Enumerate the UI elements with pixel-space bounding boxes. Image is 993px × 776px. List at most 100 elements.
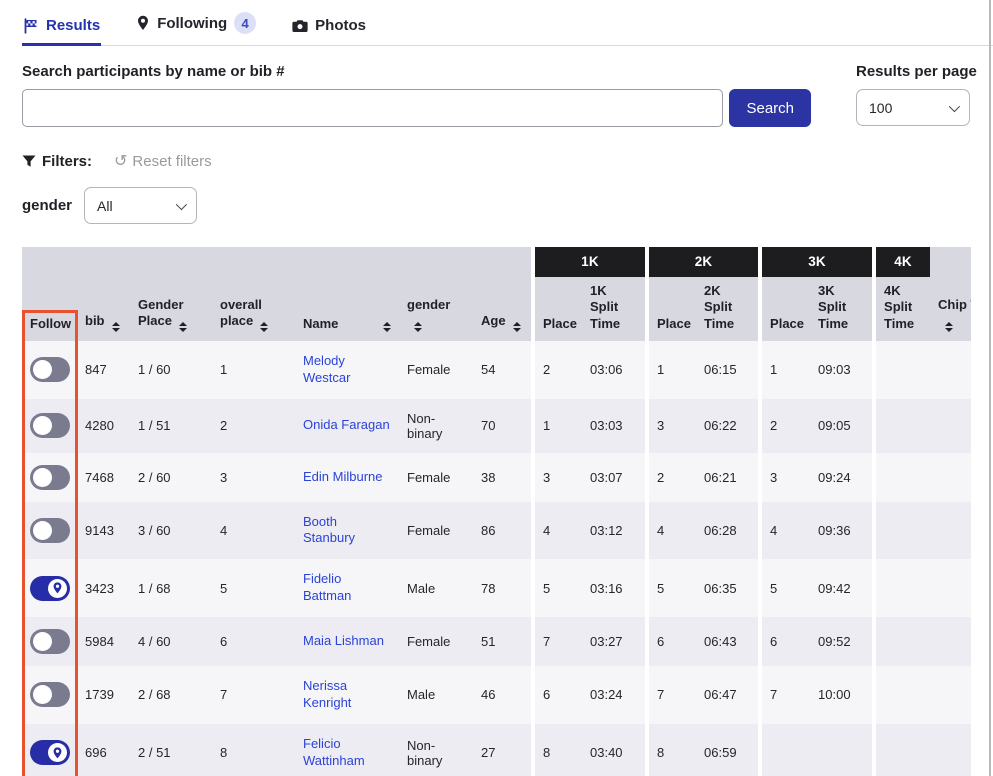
table-row: 3423 1 / 68 5 Fidelio Battman Male 78 5 … <box>22 559 971 617</box>
1k-place-cell: 4 <box>535 502 582 560</box>
chip-time-cell <box>930 502 971 560</box>
tab-photos[interactable]: Photos <box>291 15 367 46</box>
3k-place-cell: 5 <box>762 559 810 617</box>
2k-split-cell: 06:28 <box>696 502 758 560</box>
tab-results[interactable]: Results <box>22 15 101 46</box>
2k-place-cell: 2 <box>649 453 696 502</box>
overall-place-cell: 4 <box>212 502 295 560</box>
gender-place-cell: 1 / 60 <box>130 341 212 399</box>
2k-split-cell: 06:15 <box>696 341 758 399</box>
search-input[interactable] <box>22 89 723 127</box>
1k-split-cell: 03:12 <box>582 502 645 560</box>
age-cell: 78 <box>473 559 531 617</box>
sort-icon <box>414 322 422 332</box>
toggle-knob <box>33 416 52 435</box>
search-button[interactable]: Search <box>729 89 811 127</box>
4k-split-cell <box>876 341 930 399</box>
follow-cell <box>22 399 77 453</box>
follow-toggle[interactable] <box>30 576 70 601</box>
column-header-gender[interactable]: gender <box>399 277 473 341</box>
tab-following[interactable]: Following 4 <box>135 10 257 46</box>
participant-link[interactable]: Nerissa Kenright <box>303 678 351 710</box>
follow-toggle[interactable] <box>30 629 70 654</box>
gender-select[interactable]: All <box>84 187 197 224</box>
gender-place-cell: 1 / 68 <box>130 559 212 617</box>
3k-place-cell: 6 <box>762 617 810 666</box>
sort-icon <box>513 322 521 332</box>
4k-split-cell <box>876 399 930 453</box>
column-header-chip-time[interactable]: Chip Time <box>930 277 971 341</box>
chevron-down-icon <box>176 198 187 209</box>
column-header-gender-place[interactable]: Gender Place <box>130 277 212 341</box>
name-cell: Nerissa Kenright <box>295 666 399 724</box>
tab-bar: Results Following 4 Photos <box>22 10 993 46</box>
1k-split-cell: 03:16 <box>582 559 645 617</box>
column-header-name[interactable]: Name <box>295 277 399 341</box>
bib-cell: 7468 <box>77 453 130 502</box>
3k-split-cell: 09:52 <box>810 617 872 666</box>
2k-place-cell: 1 <box>649 341 696 399</box>
gender-place-cell: 2 / 51 <box>130 724 212 776</box>
2k-place-cell: 6 <box>649 617 696 666</box>
3k-place-cell <box>762 724 810 776</box>
participant-link[interactable]: Fidelio Battman <box>303 571 351 603</box>
follow-toggle[interactable] <box>30 357 70 382</box>
overall-place-cell: 2 <box>212 399 295 453</box>
results-table: 1K 2K 3K 4K Follow bib Gender Place over… <box>22 247 971 776</box>
age-cell: 70 <box>473 399 531 453</box>
participant-link[interactable]: Melody Westcar <box>303 353 350 385</box>
results-table-wrap: 1K 2K 3K 4K Follow bib Gender Place over… <box>22 247 971 776</box>
bib-cell: 3423 <box>77 559 130 617</box>
4k-split-cell <box>876 666 930 724</box>
gender-filter: gender All <box>22 187 993 224</box>
group-header-1k: 1K <box>535 247 645 277</box>
participant-link[interactable]: Onida Faragan <box>303 417 390 432</box>
reset-filters-button[interactable]: ↺ Reset filters <box>114 153 212 170</box>
column-header-overall-place[interactable]: overall place <box>212 277 295 341</box>
1k-place-cell: 6 <box>535 666 582 724</box>
4k-split-cell <box>876 617 930 666</box>
column-header-4k-split: 4K Split Time <box>876 277 930 341</box>
1k-split-cell: 03:24 <box>582 666 645 724</box>
follow-toggle[interactable] <box>30 518 70 543</box>
chip-time-cell <box>930 399 971 453</box>
group-header-2k: 2K <box>649 247 758 277</box>
name-cell: Onida Faragan <box>295 399 399 453</box>
name-cell: Melody Westcar <box>295 341 399 399</box>
bib-cell: 696 <box>77 724 130 776</box>
overall-place-cell: 1 <box>212 341 295 399</box>
column-header-bib[interactable]: bib <box>77 277 130 341</box>
participant-link[interactable]: Maia Lishman <box>303 633 384 648</box>
3k-split-cell: 09:03 <box>810 341 872 399</box>
gender-place-cell: 4 / 60 <box>130 617 212 666</box>
reset-filters-label: Reset filters <box>132 153 211 170</box>
2k-place-cell: 8 <box>649 724 696 776</box>
toggle-knob <box>33 632 52 651</box>
4k-split-cell <box>876 724 930 776</box>
1k-place-cell: 3 <box>535 453 582 502</box>
3k-split-cell: 09:36 <box>810 502 872 560</box>
right-edge-divider <box>989 0 991 776</box>
follow-toggle[interactable] <box>30 465 70 490</box>
overall-place-cell: 8 <box>212 724 295 776</box>
gender-select-value: All <box>97 198 113 214</box>
participant-link[interactable]: Felicio Wattinham <box>303 736 365 768</box>
column-header-2k-place: Place <box>649 277 696 341</box>
follow-toggle[interactable] <box>30 740 70 765</box>
gender-place-cell: 2 / 68 <box>130 666 212 724</box>
group-header-row: 1K 2K 3K 4K <box>22 247 971 277</box>
results-table-body: 847 1 / 60 1 Melody Westcar Female 5 4 2 … <box>22 341 971 776</box>
filters-label: Filters: <box>42 153 92 170</box>
name-cell: Edin Milburne <box>295 453 399 502</box>
table-row: 7468 2 / 60 3 Edin Milburne Female 38 3 … <box>22 453 971 502</box>
follow-toggle[interactable] <box>30 682 70 707</box>
participant-link[interactable]: Booth Stanbury <box>303 514 355 546</box>
follow-toggle[interactable] <box>30 413 70 438</box>
column-header-age[interactable]: Age <box>473 277 531 341</box>
table-row: 847 1 / 60 1 Melody Westcar Female 54 2 … <box>22 341 971 399</box>
gender-cell: Female <box>399 617 473 666</box>
2k-split-cell: 06:35 <box>696 559 758 617</box>
participant-link[interactable]: Edin Milburne <box>303 469 383 484</box>
results-per-page-select[interactable]: 100 <box>856 89 970 126</box>
bib-cell: 847 <box>77 341 130 399</box>
